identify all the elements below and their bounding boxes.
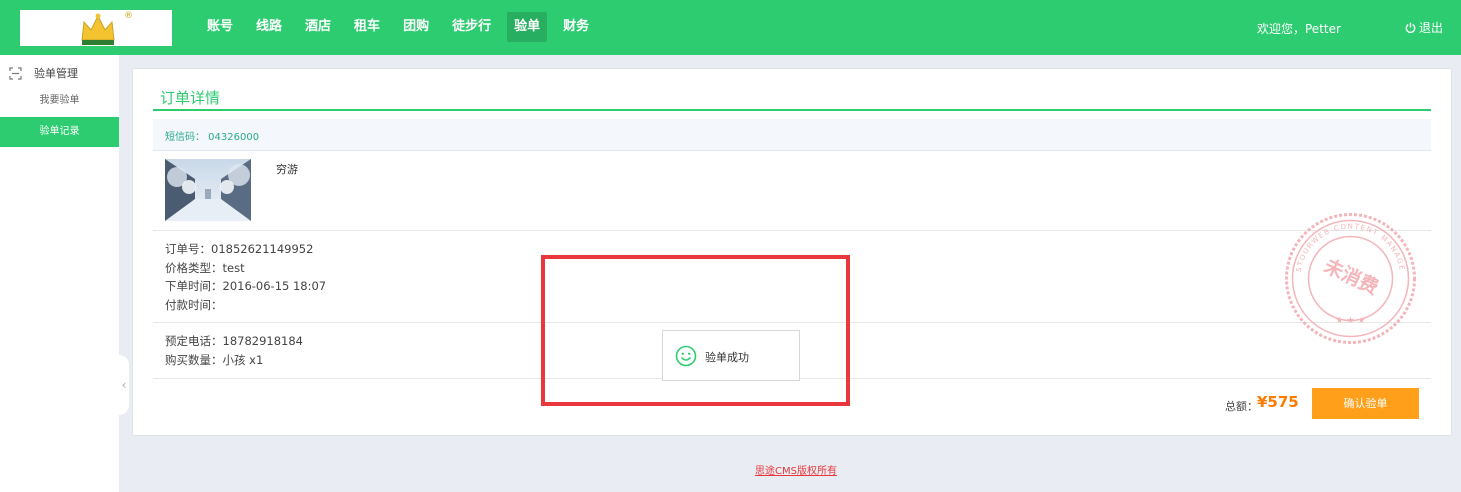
nav-car-rental[interactable]: 租车 xyxy=(347,12,387,42)
divider xyxy=(153,230,1431,231)
stamp-text: 未消费 xyxy=(1320,254,1382,299)
copyright-link[interactable]: 思途CMS版权所有 xyxy=(755,462,837,477)
welcome-text: 欢迎您，Petter xyxy=(1257,22,1341,36)
contact-info: 预定电话：18782918184 购买数量：小孩 x1 xyxy=(165,332,303,369)
order-number: 订单号：01852621149952 xyxy=(165,242,314,256)
logout-button[interactable]: 退出 xyxy=(1405,19,1443,36)
order-info: 订单号：01852621149952 价格类型：test 下单时间：2016-0… xyxy=(165,240,326,314)
nav-hotels[interactable]: 酒店 xyxy=(298,12,338,42)
scan-icon xyxy=(9,66,22,80)
nav-account[interactable]: 账号 xyxy=(200,12,240,42)
success-toast: 验单成功 xyxy=(662,330,800,381)
total-label: 总额： xyxy=(1225,400,1258,413)
sidebar-item-verify-records[interactable]: 验单记录 xyxy=(0,117,119,147)
chevron-left-icon: ‹ xyxy=(121,378,127,392)
smile-icon xyxy=(675,345,697,367)
nav-verify[interactable]: 验单 xyxy=(507,12,548,42)
page-title: 订单详情 xyxy=(160,89,221,107)
booking-phone: 预定电话：18782918184 xyxy=(165,334,303,348)
power-icon xyxy=(1405,22,1416,33)
product-name: 穷游 xyxy=(276,163,298,176)
price-type: 价格类型：test xyxy=(165,260,245,275)
nav-routes[interactable]: 线路 xyxy=(249,12,289,42)
stamp-stars: ★ ★ ★ xyxy=(1336,316,1366,326)
top-bar: ® 账号 线路 酒店 租车 团购 徒步行 验单 财务 欢迎您，Petter 退出 xyxy=(0,0,1461,55)
sidebar-collapse-toggle[interactable]: ‹ xyxy=(119,355,129,415)
nav-finance[interactable]: 财务 xyxy=(556,12,596,42)
confirm-verify-button[interactable]: 确认验单 xyxy=(1312,388,1419,419)
logout-label: 退出 xyxy=(1419,21,1444,35)
snowy-street-image xyxy=(165,159,251,221)
order-time: 下单时间：2016-06-15 18:07 xyxy=(165,279,327,293)
product-thumbnail xyxy=(165,159,251,221)
crown-logo-icon xyxy=(81,13,115,45)
nav-hiking[interactable]: 徒步行 xyxy=(445,12,498,42)
sidebar-item-verify[interactable]: 我要验单 xyxy=(0,86,119,116)
total-amount: ¥575 xyxy=(1257,393,1299,411)
purchase-quantity: 购买数量：小孩 x1 xyxy=(165,352,264,367)
registered-mark: ® xyxy=(124,11,133,21)
sms-code: 短信码： 04326000 xyxy=(165,132,260,143)
sidebar-section-header: 验单管理 xyxy=(0,63,119,83)
sms-code-bar: 短信码： 04326000 xyxy=(153,119,1431,151)
sidebar-section-label: 验单管理 xyxy=(34,67,78,80)
nav-group-buy[interactable]: 团购 xyxy=(396,12,436,42)
unconsumed-stamp-icon: STOURWEB CONTENT MANAGE 未消费 ★ ★ ★ xyxy=(1285,213,1416,344)
logo[interactable]: ® xyxy=(20,10,172,46)
title-divider xyxy=(153,109,1431,111)
payment-time: 付款时间： xyxy=(165,297,223,312)
toast-message: 验单成功 xyxy=(705,351,749,364)
main-nav: 账号 线路 酒店 租车 团购 徒步行 验单 财务 xyxy=(200,12,605,42)
sidebar: 验单管理 我要验单 验单记录 xyxy=(0,55,119,492)
